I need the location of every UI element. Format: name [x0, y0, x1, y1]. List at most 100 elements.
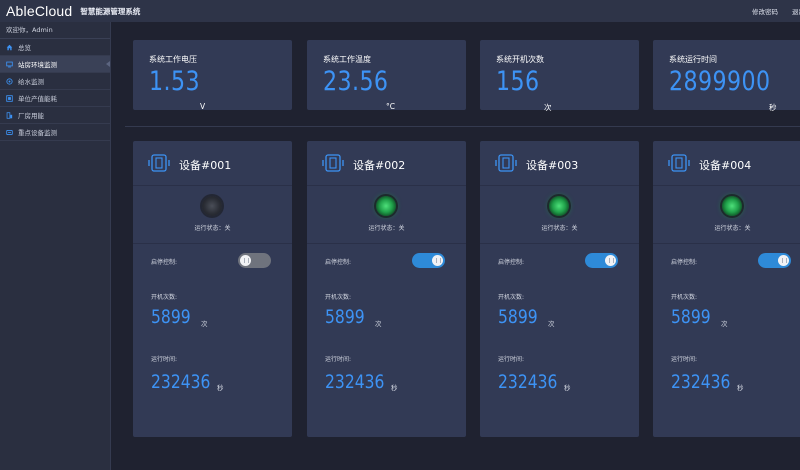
stat-unit: 次	[544, 103, 552, 112]
count-value: 5899	[498, 306, 538, 328]
device-title: 设备#001	[179, 159, 232, 172]
stat-value: 156	[496, 66, 540, 97]
device-header: 设备#001	[133, 141, 292, 186]
time-value: 232436	[498, 371, 558, 393]
toggle-knob	[240, 255, 251, 266]
device-card-003: 设备#003 运行状态：关 启停控制: 开机次数: 5899 次 运行时间: 2…	[480, 141, 639, 437]
device-card-004: 设备#004 运行状态：关 启停控制: 开机次数: 5899 次 运行时间: 2…	[653, 141, 800, 437]
stat-card-voltage: 系统工作电压 1.53 V	[133, 40, 292, 111]
sidebar-item-water[interactable]: 给水监测	[0, 73, 110, 90]
device-header: 设备#003	[480, 141, 639, 186]
sidebar-item-label: 重点设备监测	[18, 129, 57, 137]
section-divider	[125, 126, 800, 127]
count-label: 开机次数:	[498, 294, 525, 301]
status-text: 运行状态：关	[714, 225, 751, 232]
count-label: 开机次数:	[151, 294, 178, 301]
control-label: 启停控制:	[671, 259, 698, 266]
time-label: 运行时间:	[151, 356, 178, 363]
change-password-link[interactable]: 修改密码	[752, 6, 778, 16]
stat-value: 1.53	[149, 66, 200, 97]
system-title: 智慧能源管理系统	[80, 6, 141, 16]
device-title: 设备#002	[353, 159, 406, 172]
device-card-001: 设备#001 运行状态：关 启停控制: 开机次数: 5899 次 运行时间: 2…	[133, 141, 292, 437]
stat-value: 23.56	[323, 66, 389, 97]
sidebar-item-key-devices[interactable]: 重点设备监测	[0, 124, 110, 141]
count-unit: 次	[201, 320, 208, 328]
status-text: 运行状态：关	[368, 225, 405, 232]
time-unit: 秒	[217, 384, 224, 392]
status-zone: 运行状态：关	[653, 186, 800, 244]
water-icon	[6, 77, 13, 85]
control-label: 启停控制:	[151, 259, 178, 266]
count-label: 开机次数:	[325, 294, 352, 301]
count-unit: 次	[548, 320, 555, 328]
stat-label: 系统工作电压	[149, 55, 197, 64]
logout-link[interactable]: 退出	[792, 6, 800, 16]
status-lamp-icon	[202, 196, 222, 216]
sidebar-item-label: 给水监测	[18, 78, 44, 86]
device-icon	[495, 154, 517, 172]
stat-card-startups: 系统开机次数 156 次	[480, 40, 639, 112]
status-text: 运行状态：关	[194, 225, 231, 232]
status-text: 运行状态：关	[541, 225, 578, 232]
count-unit: 次	[721, 320, 728, 328]
count-value: 5899	[151, 306, 191, 328]
control-zone: 启停控制:	[307, 245, 466, 277]
stat-value: 2899900	[669, 66, 771, 97]
toggle-knob	[778, 255, 789, 266]
home-icon	[6, 44, 13, 51]
sidebar-item-overview[interactable]: 总览	[0, 39, 110, 56]
control-zone: 启停控制:	[133, 245, 292, 277]
status-zone: 运行状态：关	[133, 186, 292, 244]
stat-label: 系统运行时间	[669, 55, 717, 64]
device-icon	[6, 129, 13, 136]
device-icon	[668, 154, 690, 172]
device-card-002: 设备#002 运行状态：关 启停控制: 开机次数: 5899 次 运行时间: 2…	[307, 141, 466, 437]
building-icon	[6, 111, 13, 119]
top-right-actions: 修改密码 退出	[752, 0, 800, 22]
count-unit: 次	[375, 320, 382, 328]
monitor-icon	[6, 61, 13, 68]
sidebar-item-factory[interactable]: 厂房用能	[0, 107, 110, 124]
power-toggle[interactable]	[585, 253, 618, 268]
control-zone: 启停控制:	[480, 245, 639, 277]
count-value: 5899	[325, 306, 365, 328]
status-lamp-icon	[376, 196, 396, 216]
sidebar-item-label: 总览	[18, 44, 31, 52]
power-toggle[interactable]	[758, 253, 791, 268]
time-value: 232436	[671, 371, 731, 393]
sidebar-item-label: 单位产值能耗	[18, 95, 57, 103]
control-zone: 启停控制:	[653, 245, 800, 277]
power-toggle[interactable]	[238, 253, 271, 268]
device-icon	[148, 154, 170, 172]
sidebar-item-energy[interactable]: 单位产值能耗	[0, 90, 110, 107]
sidebar-item-label: 厂房用能	[18, 112, 44, 120]
toggle-knob	[605, 255, 616, 266]
status-zone: 运行状态：关	[307, 186, 466, 244]
device-header: 设备#004	[653, 141, 800, 186]
count-label: 开机次数:	[671, 294, 698, 301]
power-toggle[interactable]	[412, 253, 445, 268]
stat-unit: °C	[386, 102, 395, 111]
time-label: 运行时间:	[325, 356, 352, 363]
stat-label: 系统工作温度	[323, 55, 371, 64]
control-label: 启停控制:	[498, 259, 525, 266]
device-icon	[322, 154, 344, 172]
status-zone: 运行状态：关	[480, 186, 639, 244]
energy-icon	[6, 94, 13, 102]
top-bar: AbleCloud 智慧能源管理系统 修改密码 退出	[0, 0, 800, 22]
stat-unit: 秒	[769, 103, 777, 112]
sidebar-item-station-env[interactable]: 站房环境监测	[0, 56, 110, 73]
control-label: 启停控制:	[325, 259, 352, 266]
stat-card-runtime: 系统运行时间 2899900 秒	[653, 40, 800, 112]
time-value: 232436	[151, 371, 211, 393]
toggle-knob	[432, 255, 443, 266]
device-title: 设备#003	[526, 159, 579, 172]
stat-unit: V	[200, 102, 206, 111]
stat-card-temperature: 系统工作温度 23.56 °C	[307, 40, 466, 111]
sidebar-item-label: 站房环境监测	[18, 61, 57, 69]
time-label: 运行时间:	[498, 356, 525, 363]
status-lamp-icon	[549, 196, 569, 216]
device-title: 设备#004	[699, 159, 752, 172]
status-lamp-icon	[722, 196, 742, 216]
